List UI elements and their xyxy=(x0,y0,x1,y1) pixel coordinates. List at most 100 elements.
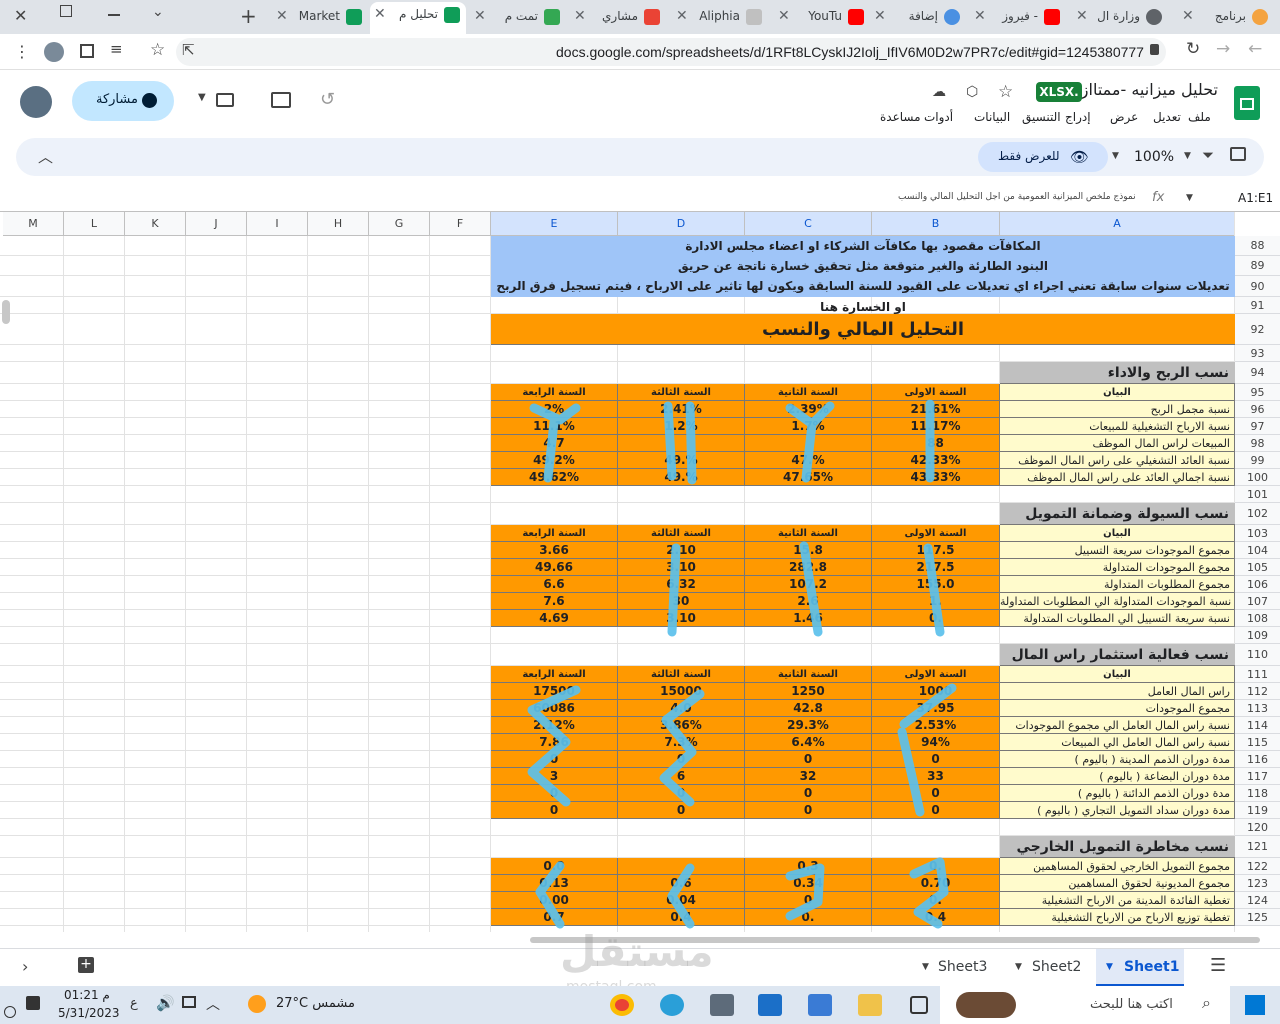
name-box[interactable]: A1:E1 xyxy=(1238,191,1273,205)
comments-icon[interactable] xyxy=(271,92,291,108)
expand-sheets-icon[interactable]: › xyxy=(22,957,28,976)
view-only-button[interactable]: للعرض فقط 👁 xyxy=(978,142,1108,172)
sheet3-dropdown-icon[interactable]: ▼ xyxy=(922,962,929,972)
all-sheets-icon[interactable]: ☰ xyxy=(1210,955,1226,976)
reading-list-icon[interactable]: ≡ xyxy=(110,40,123,58)
vertical-scrollbar[interactable] xyxy=(2,300,10,324)
sheet-tab-label[interactable]: Sheet2 xyxy=(1032,959,1081,975)
language-indicator[interactable]: ع xyxy=(130,996,138,1011)
browser-tab[interactable]: ✕ مشاري xyxy=(570,4,666,30)
volume-icon[interactable]: 🔊 xyxy=(156,994,175,1012)
add-sheet-icon[interactable]: + xyxy=(78,957,94,973)
calculator-icon[interactable] xyxy=(710,994,734,1016)
browser-tab[interactable]: ✕ Market xyxy=(272,4,368,30)
clock-icon[interactable] xyxy=(4,1006,16,1018)
clock-time[interactable]: 01:21 م xyxy=(64,988,110,1002)
star-icon[interactable]: ☆ xyxy=(998,82,1013,102)
more-menu-icon[interactable]: ⋮ xyxy=(14,42,30,61)
scribble-digit-7c xyxy=(897,683,957,817)
close-tab-icon[interactable]: ✕ xyxy=(778,8,790,24)
taskbar-search-box[interactable]: اكتب هنا للبحث ⌕ xyxy=(940,986,1230,1024)
sheet1-dropdown-icon[interactable]: ▼ xyxy=(1106,962,1113,972)
browser-tab-title: فيروز - xyxy=(1002,9,1038,23)
close-tab-icon[interactable]: ✕ xyxy=(676,8,688,24)
bookmark-star-icon[interactable]: ☆ xyxy=(150,40,165,60)
menu-item[interactable]: البيانات xyxy=(974,110,1010,124)
menu-item[interactable]: مساعدة xyxy=(880,110,921,124)
sheet2-dropdown-icon[interactable]: ▼ xyxy=(1015,962,1022,972)
cloud-status-icon[interactable]: ☁ xyxy=(932,84,946,100)
url-text[interactable]: docs.google.com/spreadsheets/d/1RFt8LCys… xyxy=(556,44,1144,60)
share-button[interactable]: مشاركة xyxy=(72,81,174,121)
spreadsheet-grid[interactable]: A B C D E F G H I J K L M 88 89 90 91 92 93 94 95 96 97 98 99 100… xyxy=(0,212,1280,932)
browser-tab[interactable]: ✕ YouTu xyxy=(774,4,870,30)
formula-content[interactable]: نموذج ملخص الميزانية العمومية من اجل الت… xyxy=(898,192,1136,202)
sheets-logo-icon[interactable] xyxy=(1234,86,1260,120)
menu-item[interactable]: أدوات xyxy=(924,110,953,124)
meet-dropdown-icon[interactable]: ▼ xyxy=(198,92,206,103)
menu-item[interactable]: عرض xyxy=(1110,110,1138,124)
minimize-window-icon[interactable] xyxy=(108,14,120,16)
side-panel-icon[interactable] xyxy=(80,44,94,58)
close-tab-icon[interactable]: ✕ xyxy=(474,8,486,24)
edge-icon[interactable] xyxy=(660,994,684,1016)
restore-window-icon[interactable] xyxy=(60,5,72,17)
close-tab-icon[interactable]: ✕ xyxy=(276,8,288,24)
network-icon[interactable] xyxy=(182,996,196,1008)
profile-avatar[interactable] xyxy=(44,42,64,62)
close-tab-icon[interactable]: ✕ xyxy=(874,8,886,24)
sheet-tab-label[interactable]: Sheet3 xyxy=(938,959,987,975)
otter-image xyxy=(956,992,1016,1018)
tray-chevron-icon[interactable]: ︿ xyxy=(206,994,220,1014)
close-tab-icon[interactable]: ✕ xyxy=(1182,8,1194,24)
weather-text[interactable]: 27°C مشمس xyxy=(276,996,355,1011)
move-icon[interactable]: ⬡ xyxy=(966,84,978,100)
share-page-icon[interactable]: ⇱ xyxy=(182,41,195,59)
file-explorer-icon[interactable] xyxy=(858,994,882,1016)
zoom-value[interactable]: 100% xyxy=(1134,149,1174,165)
back-icon[interactable]: ← xyxy=(1248,39,1262,59)
browser-tab[interactable]: ✕ إضافة xyxy=(870,4,966,30)
document-title[interactable]: تحليل ميزانيه -ممتااز xyxy=(1081,80,1218,99)
forward-icon[interactable]: → xyxy=(1216,39,1230,59)
menu-item[interactable]: ملف xyxy=(1188,110,1211,124)
account-avatar[interactable] xyxy=(20,86,52,118)
scribble-digit-1c xyxy=(799,541,823,637)
notification-icon[interactable] xyxy=(26,996,40,1010)
tab-search-icon[interactable]: ⌄ xyxy=(152,4,164,20)
version-history-icon[interactable]: ↺ xyxy=(320,89,335,110)
close-tab-icon[interactable]: ✕ xyxy=(374,6,386,22)
browser-tab[interactable]: ✕ وزارة ال xyxy=(1072,4,1168,30)
windows-start-icon[interactable] xyxy=(1245,995,1265,1015)
browser-tab[interactable]: ✕ برنامج xyxy=(1178,4,1274,30)
task-view-icon[interactable] xyxy=(910,996,928,1014)
lock-icon[interactable] xyxy=(1150,44,1159,55)
new-tab-icon[interactable]: + xyxy=(240,4,257,28)
menu-item[interactable]: التنسيق xyxy=(1022,110,1061,124)
close-tab-icon[interactable]: ✕ xyxy=(974,8,986,24)
mail-icon[interactable] xyxy=(758,994,782,1016)
close-tab-icon[interactable]: ✕ xyxy=(574,8,586,24)
filter-icon[interactable]: ⏷ xyxy=(1202,146,1214,164)
store-icon[interactable] xyxy=(808,994,832,1016)
browser-tab[interactable]: ✕ تمت م xyxy=(470,4,566,30)
close-window-icon[interactable]: ✕ xyxy=(14,6,27,25)
name-box-dropdown-icon[interactable]: ▼ xyxy=(1186,193,1193,203)
close-tab-icon[interactable]: ✕ xyxy=(1076,8,1088,24)
collapse-menus-icon[interactable]: ︿ xyxy=(38,146,53,167)
menu-item[interactable]: تعديل xyxy=(1153,110,1181,124)
meet-video-icon[interactable] xyxy=(216,93,234,107)
zoom-dropdown-icon[interactable]: ▼ xyxy=(1184,151,1191,161)
print-icon[interactable] xyxy=(1230,147,1246,161)
sheet-tab-label[interactable]: Sheet1 xyxy=(1124,959,1179,975)
reload-icon[interactable]: ↻ xyxy=(1186,39,1200,59)
view-only-dropdown-icon[interactable]: ▼ xyxy=(1112,151,1119,161)
browser-tab[interactable]: ✕ Aliphia xyxy=(672,4,768,30)
browser-tab[interactable]: ✕ تحليل م xyxy=(370,2,466,34)
address-bar[interactable]: ☆ ⇱ docs.google.com/spreadsheets/d/1RFt8… xyxy=(150,38,1166,66)
clock-date[interactable]: 5/31/2023 xyxy=(58,1006,120,1020)
chrome-icon[interactable] xyxy=(610,994,634,1016)
browser-tab-title: إضافة xyxy=(908,9,938,23)
browser-tab[interactable]: ✕ فيروز - xyxy=(970,4,1066,30)
menu-item[interactable]: إدراج xyxy=(1065,110,1091,124)
